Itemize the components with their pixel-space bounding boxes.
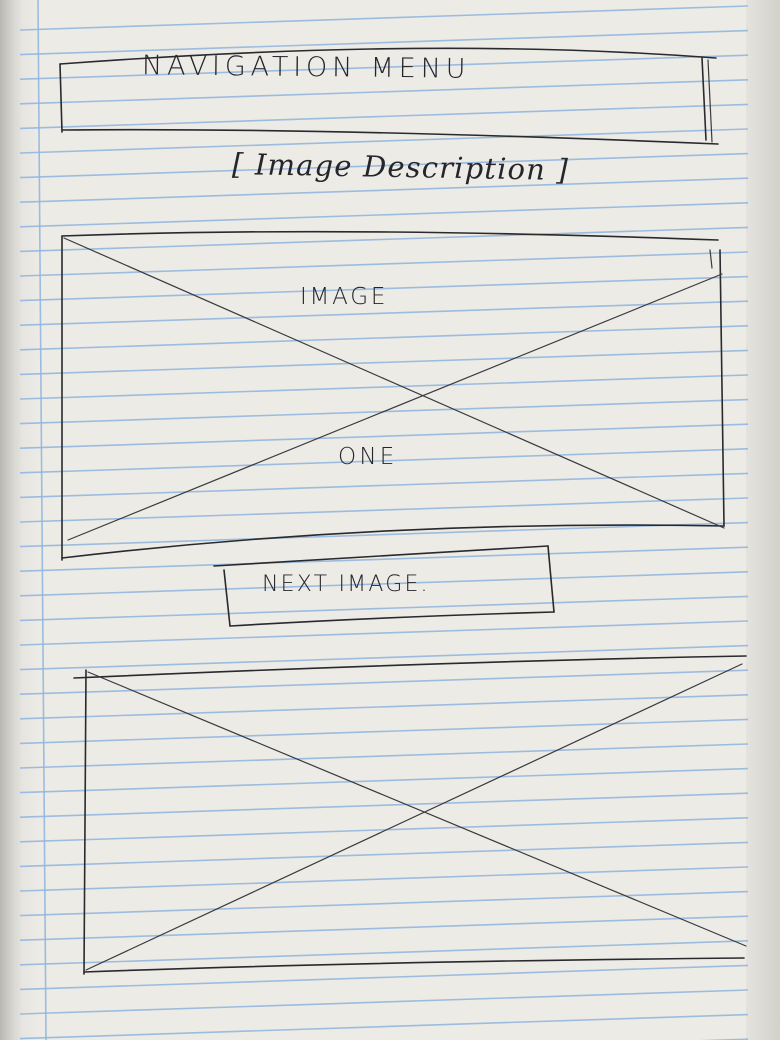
image-two-placeholder xyxy=(73,655,747,975)
image-one-placeholder xyxy=(61,230,725,561)
notebook-page: NAVIGATION MENU [ Image Description ] IM… xyxy=(0,0,780,1040)
navigation-menu-label: NAVIGATION MENU xyxy=(141,50,471,85)
image-one-label-line1: IMAGE xyxy=(300,284,389,310)
image-one-label-line2: ONE xyxy=(338,444,398,470)
next-image-button-label: NEXT IMAGE. xyxy=(262,572,430,597)
image-description-label: [ Image Description ] xyxy=(231,147,570,187)
